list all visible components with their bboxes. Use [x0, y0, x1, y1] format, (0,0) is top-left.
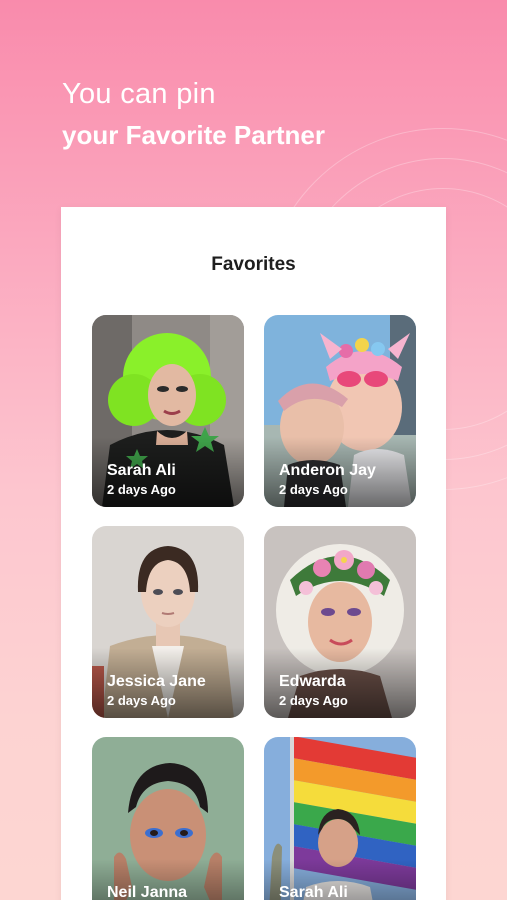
headline: You can pin your Favorite Partner — [62, 74, 325, 156]
card-name: Sarah Ali — [107, 462, 176, 479]
card-name: Neil Janna — [107, 884, 188, 900]
card-time: 2 days Ago — [107, 693, 176, 708]
card-time: 2 days Ago — [279, 482, 348, 497]
favorite-card[interactable]: Jessica Jane 2 days Ago — [92, 526, 244, 718]
card-time: 2 days Ago — [279, 693, 348, 708]
card-name: Sarah Ali — [279, 884, 348, 900]
card-time: 2 days Ago — [107, 482, 176, 497]
favorite-card[interactable]: Edwarda 2 days Ago — [264, 526, 416, 718]
favorite-card[interactable]: Sarah Ali — [264, 737, 416, 900]
card-name: Anderon Jay — [279, 462, 376, 479]
favorite-card[interactable]: Sarah Ali 2 days Ago — [92, 315, 244, 507]
headline-line-1: You can pin — [62, 78, 216, 110]
card-name: Edwarda — [279, 673, 346, 690]
card-name: Jessica Jane — [107, 673, 206, 690]
promo-screen: You can pin your Favorite Partner Favori… — [0, 0, 507, 900]
favorites-title: Favorites — [211, 254, 296, 275]
favorite-card[interactable]: Anderon Jay 2 days Ago — [264, 315, 416, 507]
favorite-card[interactable]: Neil Janna — [92, 737, 244, 900]
headline-line-2: your Favorite Partner — [62, 120, 325, 150]
